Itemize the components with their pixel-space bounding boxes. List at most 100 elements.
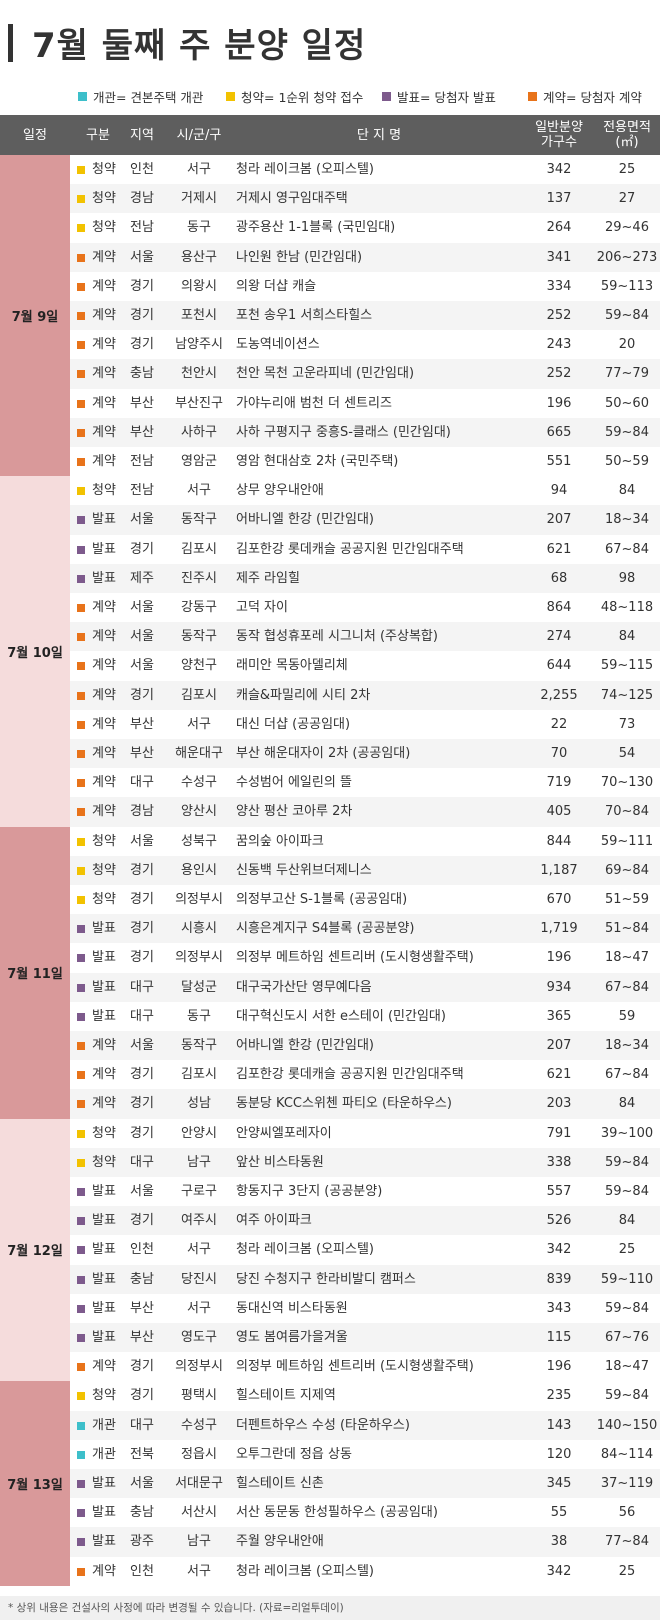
status-square-icon bbox=[77, 516, 85, 525]
cell-complex: 포천 송우1 서희스타힐스 bbox=[236, 308, 373, 323]
cell-city: 성북구 bbox=[181, 833, 217, 849]
cell-city: 서대문구 bbox=[175, 1476, 223, 1491]
table-row: 발표 충남 서산시 서산 동문동 한성필하우스 (공공임대) 55 56 bbox=[70, 1498, 660, 1527]
table-row: 발표 경기 시흥시 시흥은계지구 S4블록 (공공분양) 1,719 51~84 bbox=[70, 914, 660, 944]
cell-area: 69~84 bbox=[605, 862, 649, 878]
status-square-icon bbox=[77, 195, 85, 204]
cell-region: 광주 bbox=[130, 1534, 154, 1550]
cell-area: 51~59 bbox=[605, 892, 649, 907]
table-row: 계약 전남 영암군 영암 현대삼호 2차 (국민주택) 551 50~59 bbox=[70, 447, 660, 476]
status-square-icon bbox=[77, 662, 85, 671]
cell-region: 충남 bbox=[130, 1505, 154, 1521]
cell-city: 서구 bbox=[187, 483, 211, 499]
cell-area: 59~110 bbox=[600, 1271, 654, 1287]
table-row: 발표 경기 의정부시 의정부 메트하임 센트리버 (도시형생활주택) 196 18~47 bbox=[70, 943, 660, 972]
cell-complex: 동대신역 비스타동원 bbox=[236, 1300, 348, 1316]
cell-city: 서산시 bbox=[181, 1505, 217, 1521]
cell-city: 수성구 bbox=[181, 1417, 217, 1433]
cell-city: 성남 bbox=[187, 1096, 211, 1112]
legend-label: 발표= 당첨자 발표 bbox=[397, 89, 496, 105]
cell-complex: 주월 양우내안애 bbox=[236, 1534, 324, 1550]
cell-units: 343 bbox=[546, 1300, 572, 1316]
cell-region: 전남 bbox=[130, 483, 154, 499]
cell-city: 동작구 bbox=[181, 512, 217, 528]
cell-units: 70 bbox=[550, 746, 568, 761]
status-square-icon bbox=[77, 1042, 85, 1050]
status-square-icon bbox=[77, 808, 85, 817]
cell-region: 서울 bbox=[130, 629, 154, 645]
cell-region: 경기 bbox=[130, 308, 154, 323]
cell-area: 50~59 bbox=[605, 454, 649, 469]
cell-area: 67~84 bbox=[605, 541, 649, 557]
status-square-icon bbox=[77, 1071, 85, 1080]
table-row: 발표 대구 동구 대구혁신도시 서한 e스테이 (민간임대) 365 59 bbox=[70, 1002, 660, 1031]
cell-complex: 상무 양우내안애 bbox=[236, 483, 324, 499]
status-square-icon bbox=[77, 1246, 85, 1255]
cell-region: 경기 bbox=[130, 1067, 154, 1083]
status-square-icon bbox=[77, 1480, 85, 1488]
cell-area: 140~150 bbox=[596, 1417, 658, 1433]
cell-area: 73 bbox=[618, 716, 636, 732]
status-square-icon bbox=[77, 691, 85, 700]
cell-area: 84 bbox=[618, 1213, 636, 1229]
status-square-icon bbox=[77, 1158, 85, 1167]
table-row: 계약 서울 강동구 고덕 자이 864 48~118 bbox=[70, 593, 660, 622]
table-row: 발표 서울 구로구 항동지구 3단지 (공공분양) 557 59~84 bbox=[70, 1177, 660, 1206]
status-square-icon bbox=[77, 341, 85, 350]
status-square-icon bbox=[77, 779, 85, 788]
cell-region: 부산 bbox=[130, 746, 154, 761]
orange-square-icon bbox=[528, 91, 537, 101]
cell-complex: 서산 동문동 한성필하우스 (공공임대) bbox=[236, 1505, 438, 1521]
cell-units: 719 bbox=[546, 775, 572, 791]
cell-units: 345 bbox=[546, 1476, 572, 1491]
status-square-icon bbox=[77, 1421, 85, 1430]
cell-complex: 안양씨엘포레자이 bbox=[236, 1125, 332, 1141]
cell-units: 94 bbox=[550, 483, 568, 499]
cell-region: 서울 bbox=[130, 512, 154, 528]
purple-square-icon bbox=[382, 91, 391, 101]
status-square-icon bbox=[77, 837, 85, 846]
status-square-icon bbox=[77, 458, 85, 466]
cell-area: 39~100 bbox=[600, 1125, 654, 1141]
cell-units: 341 bbox=[546, 249, 572, 265]
cell-area: 59~84 bbox=[605, 1154, 649, 1170]
cell-complex: 영도 봄여름가을겨울 bbox=[236, 1330, 348, 1345]
cell-city: 영도구 bbox=[181, 1330, 217, 1345]
status-square-icon bbox=[77, 1363, 85, 1372]
cell-complex: 여주 아이파크 bbox=[236, 1213, 312, 1229]
cell-complex: 힐스테이트 지제역 bbox=[236, 1388, 336, 1404]
cell-city: 사하구 bbox=[181, 424, 217, 440]
cell-city: 의정부시 bbox=[175, 892, 223, 907]
cell-units: 235 bbox=[546, 1388, 572, 1404]
cell-complex: 앞산 비스타동원 bbox=[236, 1154, 324, 1170]
status-square-icon bbox=[77, 1304, 85, 1313]
cell-units: 644 bbox=[546, 658, 572, 674]
cell-city: 정읍시 bbox=[181, 1446, 217, 1462]
cell-region: 부산 bbox=[130, 716, 154, 732]
cell-region: 대구 bbox=[130, 1417, 154, 1433]
cell-units: 1,187 bbox=[540, 862, 578, 878]
status-square-icon bbox=[77, 545, 85, 554]
cell-complex: 어바니엘 한강 (민간임대) bbox=[236, 1038, 375, 1053]
cell-units: 557 bbox=[546, 1184, 572, 1199]
cell-region: 서울 bbox=[130, 658, 154, 674]
table-row: 계약 경기 의왕시 의왕 더샵 캐슬 334 59~113 bbox=[70, 272, 660, 301]
status-square-icon bbox=[77, 1188, 85, 1196]
cell-complex: 동분당 KCC스위첸 파티오 (타운하우스) bbox=[236, 1096, 452, 1112]
table-row: 개관 전북 정읍시 오투그란데 정읍 상동 120 84~114 bbox=[70, 1440, 660, 1469]
table-row: 청약 경기 용인시 신동백 두산위브더제니스 1,187 69~84 bbox=[70, 855, 660, 885]
table-row: 계약 경남 양산시 양산 평산 코아루 2차 405 70~84 bbox=[70, 797, 660, 827]
cell-units: 143 bbox=[546, 1417, 572, 1433]
table-row: 계약 충남 천안시 천안 목천 고운라피네 (민간임대) 252 77~79 bbox=[70, 359, 660, 389]
cell-complex: 사하 구평지구 중흥S-클래스 (민간임대) bbox=[236, 424, 451, 440]
cell-area: 20 bbox=[618, 337, 636, 353]
cell-region: 전남 bbox=[130, 220, 154, 236]
title-accent-bar bbox=[8, 24, 13, 62]
cell-units: 342 bbox=[546, 1242, 572, 1258]
table-row: 계약 경기 남양주시 도농역네이션스 243 20 bbox=[70, 330, 660, 359]
cell-complex: 고덕 자이 bbox=[236, 600, 288, 615]
cell-complex: 거제시 영구임대주택 bbox=[236, 191, 348, 207]
cell-region: 경기 bbox=[130, 541, 154, 557]
cell-region: 인천 bbox=[130, 162, 154, 177]
cell-area: 59 bbox=[618, 1008, 636, 1024]
